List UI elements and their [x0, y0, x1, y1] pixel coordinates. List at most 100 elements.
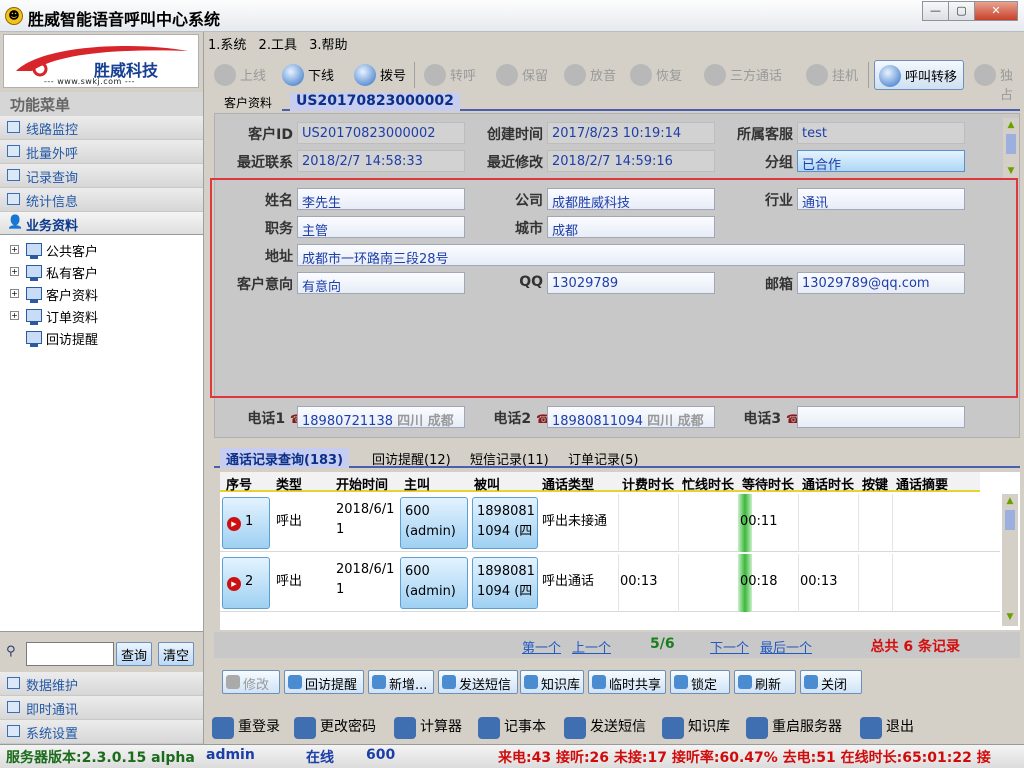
tab-call-records[interactable]: 通话记录查询(183) [220, 448, 350, 468]
scroll-down-icon[interactable]: ▼ [1005, 612, 1015, 622]
menu-item-batch-call[interactable]: 批量外呼 [0, 140, 203, 164]
expand-icon[interactable]: + [10, 289, 19, 298]
col-summary[interactable]: 通话摘要 [896, 474, 948, 493]
temp-share-button[interactable]: 临时共享 [588, 670, 666, 694]
detail-scrollbar[interactable]: ▲ ▼ [1003, 118, 1019, 178]
col-no[interactable]: 序号 [226, 474, 252, 493]
menu-item-line-monitor[interactable]: 线路监控 [0, 116, 203, 140]
close-button[interactable]: 关闭 [800, 670, 862, 694]
close-window-button[interactable]: ✕ [974, 1, 1018, 21]
scroll-thumb[interactable] [1006, 134, 1016, 154]
scroll-up-icon[interactable]: ▲ [1005, 496, 1015, 506]
phone3-field[interactable] [797, 406, 965, 428]
callee-button[interactable]: 1898081 1094 (四 [472, 497, 538, 549]
maximize-button[interactable]: ▢ [948, 1, 975, 21]
send-sms-shortcut-button[interactable]: 发送短信 [562, 716, 646, 740]
hold-button[interactable]: 保留 [492, 60, 548, 90]
col-start[interactable]: 开始时间 [336, 474, 388, 493]
exit-button[interactable]: 退出 [858, 716, 914, 740]
menu-item-instant-message[interactable]: 即时通讯 [0, 696, 203, 720]
lock-button[interactable]: 锁定 [670, 670, 730, 694]
table-row[interactable]: ▶ 2 呼出 2018/6/1 1 600 (admin) 1898081 109… [220, 554, 1000, 612]
playback-button[interactable]: 放音 [560, 60, 616, 90]
address-field[interactable]: 成都市一环路南三段28号 [297, 244, 965, 266]
menu-item-record-query[interactable]: 记录查询 [0, 164, 203, 188]
grid-scrollbar[interactable]: ▲ ▼ [1002, 494, 1018, 626]
menu-tools[interactable]: 2.工具 [259, 38, 297, 53]
col-billing[interactable]: 计费时长 [622, 474, 674, 493]
resume-button[interactable]: 恢复 [626, 60, 682, 90]
refresh-button[interactable]: 刷新 [734, 670, 796, 694]
col-keys[interactable]: 按键 [862, 474, 888, 493]
tab-order-records[interactable]: 订单记录(5) [562, 448, 644, 468]
last-page-link[interactable]: 最后一个 [760, 637, 812, 656]
dial-button[interactable]: 拨号 [350, 60, 406, 90]
online-button[interactable]: 上线 [210, 60, 266, 90]
col-caller[interactable]: 主叫 [404, 474, 430, 493]
caller-button[interactable]: 600 (admin) [400, 557, 468, 609]
hangup-button[interactable]: 挂机 [802, 60, 858, 90]
expand-icon[interactable]: + [10, 267, 19, 276]
col-callee[interactable]: 被叫 [474, 474, 500, 493]
offline-button[interactable]: 下线 [278, 60, 334, 90]
col-busy[interactable]: 忙线时长 [682, 474, 734, 493]
city-field[interactable]: 成都 [547, 216, 715, 238]
col-call-type[interactable]: 通话类型 [542, 474, 594, 493]
knowledge-button[interactable]: 知识库 [520, 670, 584, 694]
menu-system[interactable]: 1.系统 [208, 38, 246, 53]
caller-button[interactable]: 600 (admin) [400, 497, 468, 549]
calculator-button[interactable]: 计算器 [392, 716, 462, 740]
position-field[interactable]: 主管 [297, 216, 465, 238]
scroll-up-icon[interactable]: ▲ [1006, 120, 1016, 130]
phone2-field[interactable]: 18980811094 四川 成都 [547, 406, 715, 428]
play-record-button[interactable]: ▶ 2 [222, 557, 270, 609]
notepad-button[interactable]: 记事本 [476, 716, 546, 740]
knowledge-shortcut-button[interactable]: 知识库 [660, 716, 730, 740]
first-page-link[interactable]: 第一个 [522, 637, 561, 656]
company-field[interactable]: 成都胜威科技 [547, 188, 715, 210]
scroll-down-icon[interactable]: ▼ [1006, 166, 1016, 176]
email-field[interactable]: 13029789@qq.com [797, 272, 965, 294]
menu-item-data-maintenance[interactable]: 数据维护 [0, 672, 203, 696]
qq-field[interactable]: 13029789 [547, 272, 715, 294]
call-transfer-button[interactable]: 呼叫转移 [874, 60, 964, 90]
monitor-button[interactable]: 独占 [970, 60, 1024, 103]
transfer-button[interactable]: 转呼 [420, 60, 476, 90]
tree-item-public-customers[interactable]: + 公共客户 [10, 241, 98, 261]
menu-help[interactable]: 3.帮助 [309, 38, 347, 53]
callee-button[interactable]: 1898081 1094 (四 [472, 557, 538, 609]
tab-followup[interactable]: 回访提醒(12) [366, 448, 457, 468]
tab-sms-records[interactable]: 短信记录(11) [464, 448, 555, 468]
minimize-button[interactable]: — [922, 1, 949, 21]
menu-item-business-data[interactable]: 👤 业务资料 [0, 212, 203, 236]
add-button[interactable]: 新增... [368, 670, 434, 694]
restart-server-button[interactable]: 重启服务器 [744, 716, 842, 740]
menu-item-statistics[interactable]: 统计信息 [0, 188, 203, 212]
menu-item-system-settings[interactable]: 系统设置 [0, 720, 203, 744]
tab-customer-id[interactable]: US20170823000002 [290, 93, 460, 111]
search-input[interactable] [26, 642, 114, 666]
conference-button[interactable]: 三方通话 [700, 60, 782, 90]
scroll-thumb[interactable] [1005, 510, 1015, 530]
col-duration[interactable]: 通话时长 [802, 474, 854, 493]
tree-item-private-customers[interactable]: + 私有客户 [10, 263, 98, 283]
search-button[interactable]: 查询 [116, 642, 153, 666]
change-password-button[interactable]: 更改密码 [292, 716, 376, 740]
clear-button[interactable]: 清空 [158, 642, 195, 666]
expand-icon[interactable]: + [10, 245, 19, 254]
col-type[interactable]: 类型 [276, 474, 302, 493]
industry-field[interactable]: 通讯 [797, 188, 965, 210]
tree-item-customer-data[interactable]: + 客户资料 [10, 285, 98, 305]
col-wait[interactable]: 等待时长 [742, 474, 794, 493]
edit-button[interactable]: 修改 [222, 670, 280, 694]
tree-item-order-data[interactable]: + 订单资料 [10, 307, 98, 327]
prev-page-link[interactable]: 上一个 [572, 637, 611, 656]
next-page-link[interactable]: 下一个 [710, 637, 749, 656]
expand-icon[interactable]: + [10, 311, 19, 320]
play-record-button[interactable]: ▶ 1 [222, 497, 270, 549]
group-select[interactable]: 已合作 [797, 150, 965, 172]
table-row[interactable]: ▶ 1 呼出 2018/6/1 1 600 (admin) 1898081 109… [220, 494, 1000, 552]
name-field[interactable]: 李先生 [297, 188, 465, 210]
phone1-field[interactable]: 18980721138 四川 成都 [297, 406, 465, 428]
relogin-button[interactable]: 重登录 [210, 716, 280, 740]
